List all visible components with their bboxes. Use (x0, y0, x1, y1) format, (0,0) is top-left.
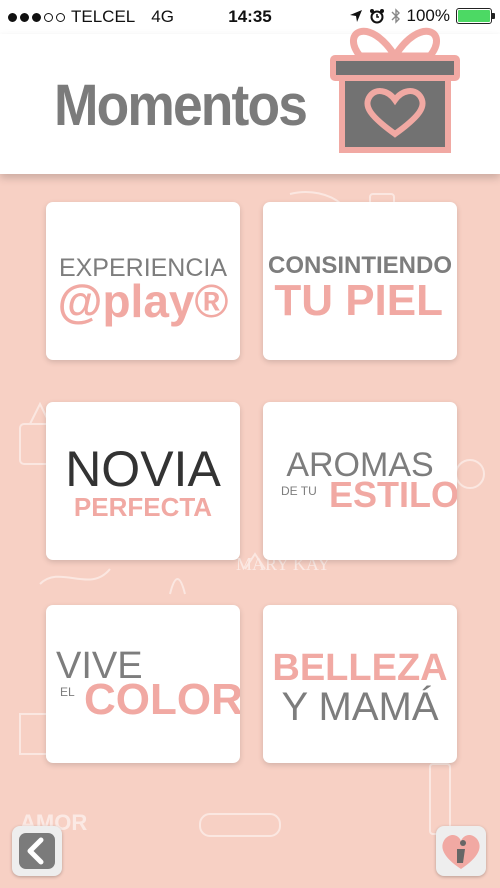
card-subtitle: Y MAMÁ (281, 685, 439, 729)
card-novia-perfecta[interactable]: NOVIA PERFECTA (46, 402, 240, 560)
card-subtitle: PERFECTA (73, 492, 213, 522)
card-belleza-y-mama[interactable]: BELLEZA Y MAMÁ (263, 605, 457, 763)
card-small-text: DE TU (281, 484, 317, 498)
card-subtitle: COLOR (84, 675, 240, 724)
back-arrow-icon (19, 833, 55, 869)
card-subtitle: ESTILO (329, 474, 457, 515)
card-aromas-de-tu-estilo[interactable]: AROMAS DE TU ESTILO (263, 402, 457, 560)
back-button[interactable] (12, 826, 62, 876)
gift-box-icon (330, 27, 460, 153)
page-title: Momentos (54, 73, 308, 138)
info-heart-icon (442, 834, 480, 869)
battery-icon (456, 8, 495, 24)
card-subtitle: @play® (57, 275, 229, 327)
card-vive-el-color[interactable]: VIVE EL COLOR (46, 605, 240, 763)
info-button[interactable] (436, 826, 486, 876)
card-small-text: EL (60, 685, 75, 699)
card-experiencia-play[interactable]: EXPERIENCIA @play® (46, 202, 240, 360)
card-consintiendo-tu-piel[interactable]: CONSINTIENDO TU PIEL (263, 202, 457, 360)
card-title: NOVIA (65, 441, 221, 497)
header: Momentos (0, 27, 500, 174)
card-title: BELLEZA (272, 647, 448, 689)
card-subtitle: TU PIEL (274, 276, 443, 325)
